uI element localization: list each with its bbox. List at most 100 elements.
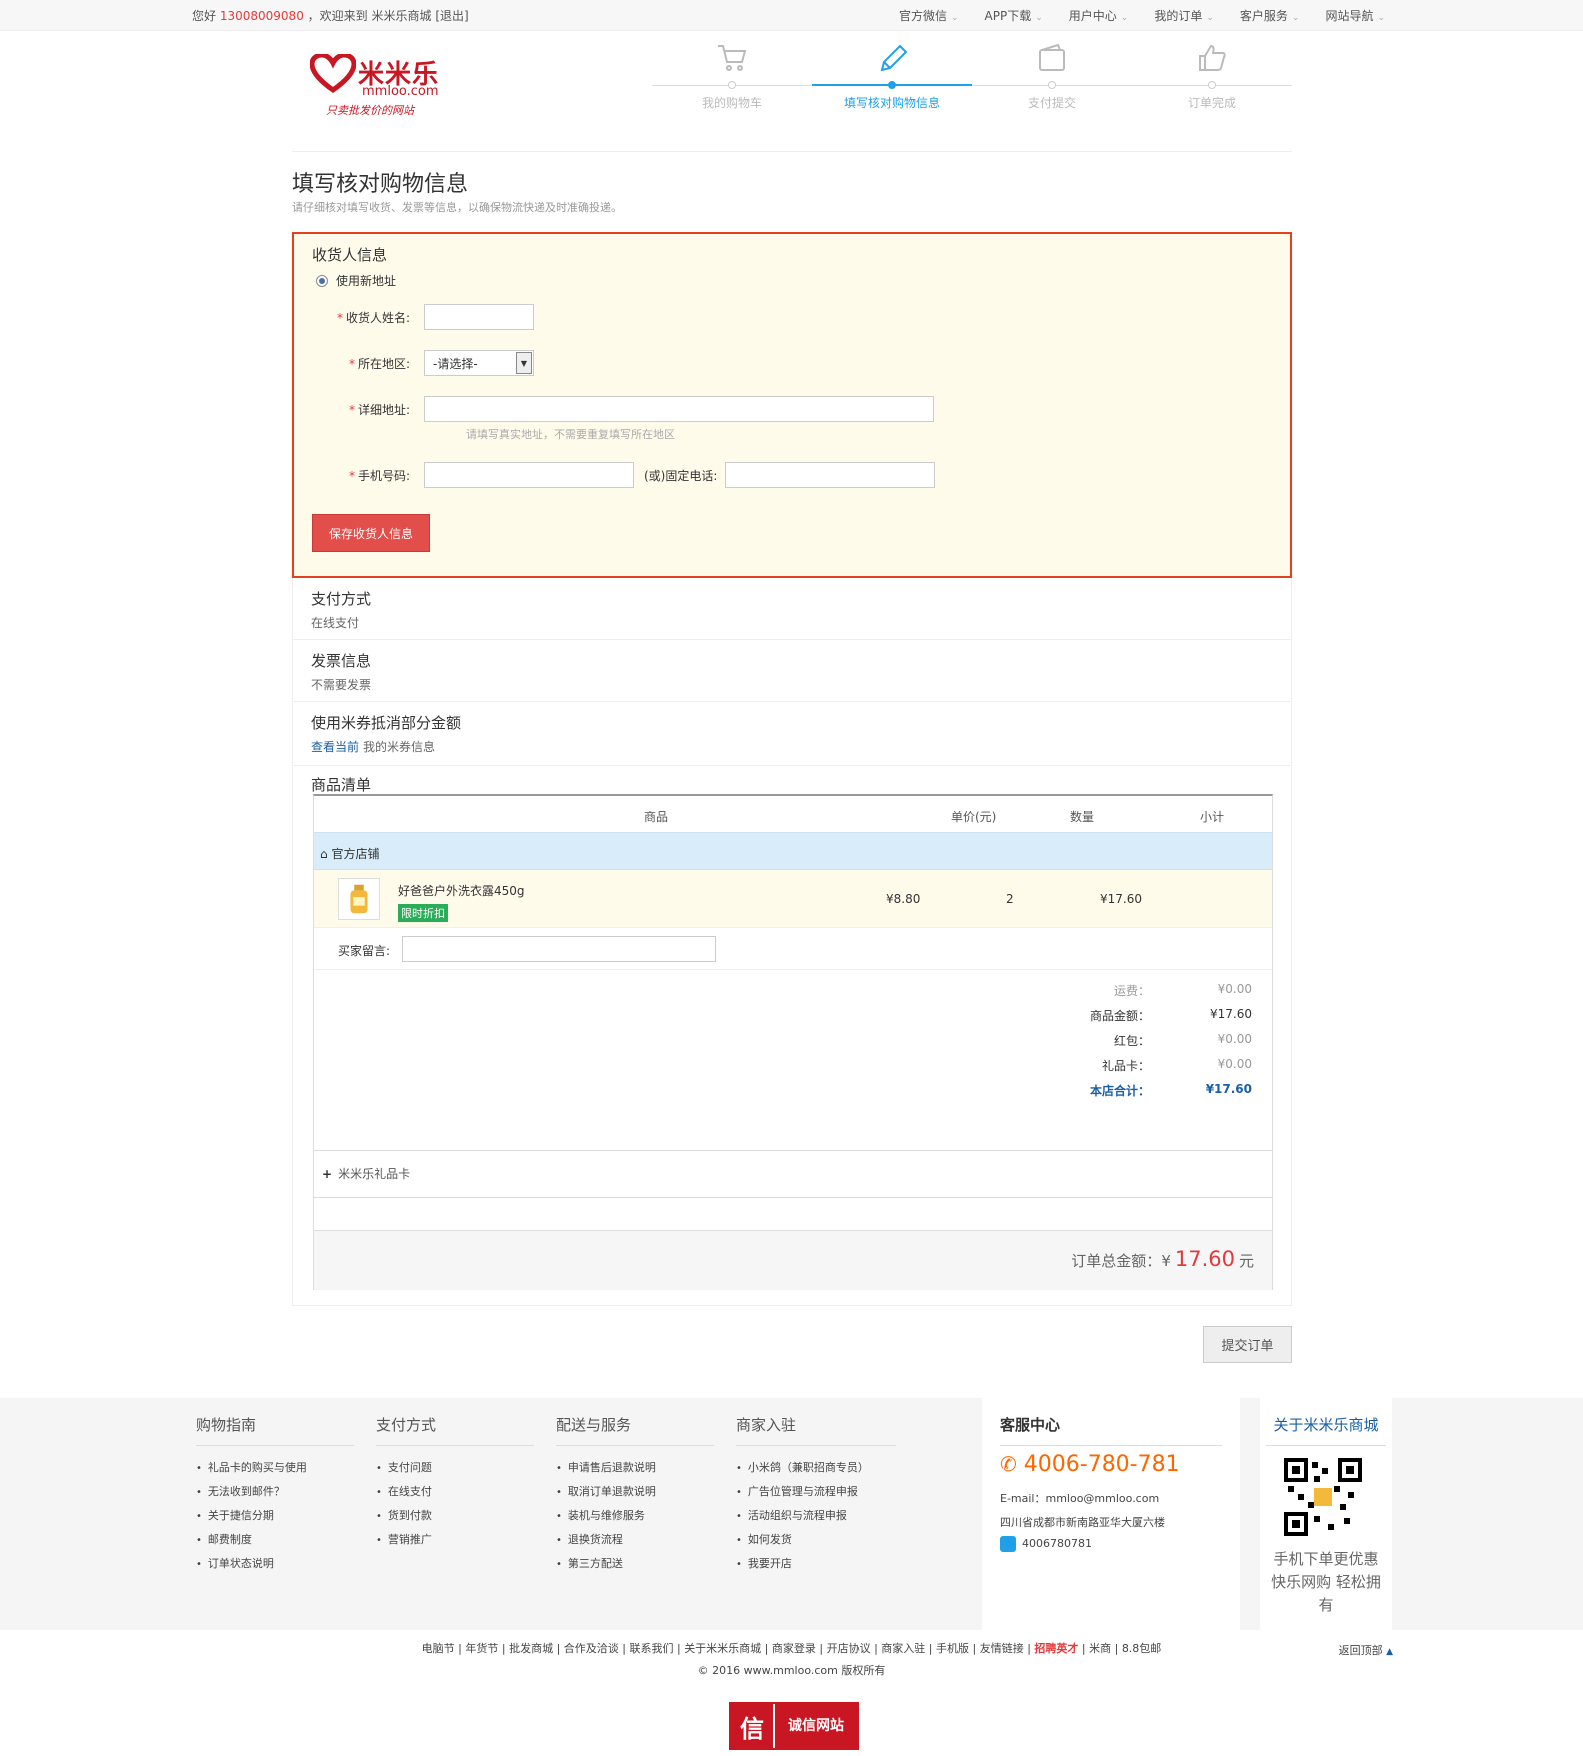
site-link[interactable]: 米米乐商城 — [372, 9, 432, 23]
bottom-link[interactable]: 友情链接 — [980, 1642, 1024, 1655]
page-title: 填写核对购物信息 — [292, 172, 469, 197]
thumbs-up-icon — [1199, 44, 1226, 71]
bottom-link[interactable]: 关于米米乐商城 — [684, 1642, 761, 1655]
footer: 购物指南 礼品卡的购买与使用 无法收到邮件？ 关于捷信分期 邮费制度 订单状态说… — [0, 1398, 1583, 1630]
goods-title: 商品清单 — [311, 776, 372, 794]
chevron-down-icon: ⌄ — [1291, 13, 1300, 23]
coupon-row: 查看当前 我的米券信息 — [311, 738, 435, 755]
nav-wechat[interactable]: 官方微信 ⌄ — [899, 7, 959, 24]
invoice-value: 不需要发票 — [311, 678, 372, 692]
address-input[interactable] — [424, 396, 934, 422]
bottom-link[interactable]: 批发商城 — [509, 1642, 553, 1655]
product-thumbnail[interactable] — [338, 878, 380, 920]
save-receiver-button[interactable]: 保存收货人信息 — [312, 514, 430, 552]
nav-site-map[interactable]: 网站导航 ⌄ — [1325, 7, 1385, 24]
name-label: * 收货人姓名: — [336, 310, 410, 325]
submit-order-button[interactable]: 提交订单 — [1203, 1326, 1292, 1363]
product-name-link[interactable]: 好爸爸户外洗衣露450g — [398, 882, 525, 899]
receiver-name-input[interactable] — [424, 304, 534, 330]
step-dot — [1048, 81, 1056, 89]
nav-app[interactable]: APP下载 ⌄ — [985, 7, 1043, 24]
bottom-link[interactable]: 开店协议 — [827, 1642, 871, 1655]
back-to-top-link[interactable]: 返回顶部 ▲ — [1339, 1642, 1393, 1658]
footer-link[interactable]: 营销推广 — [376, 1528, 534, 1552]
footer-link[interactable]: 如何发货 — [736, 1528, 896, 1552]
footer-col-payment: 支付方式 支付问题 在线支付 货到付款 营销推广 — [376, 1414, 534, 1552]
footer-link[interactable]: 我要开店 — [736, 1552, 896, 1576]
footer-link[interactable]: 货到付款 — [376, 1504, 534, 1528]
buyer-message-label: 买家留言: — [338, 944, 391, 958]
chevron-down-icon: ⌄ — [950, 13, 959, 23]
step-dot — [888, 81, 896, 89]
footer-link[interactable]: 取消订单退款说明 — [556, 1480, 714, 1504]
use-new-address-label: 使用新地址 — [336, 274, 397, 288]
address-label: * 详细地址: — [348, 402, 410, 417]
footer-link[interactable]: 活动组织与流程申报 — [736, 1504, 896, 1528]
nav-my-orders[interactable]: 我的订单 ⌄ — [1154, 7, 1214, 24]
phone-icon: ✆ — [1000, 1452, 1017, 1476]
footer-link[interactable]: 关于捷信分期 — [196, 1504, 354, 1528]
bottom-link[interactable]: 米商 — [1089, 1642, 1111, 1655]
mobile-input[interactable] — [424, 462, 634, 488]
site-logo[interactable]: 米米乐 mmloo.com 只卖批发价的网站 — [310, 50, 450, 120]
cs-phone: ✆ 4006-780-781 — [1000, 1452, 1180, 1477]
heart-logo-icon — [310, 54, 356, 94]
bottom-link[interactable]: 商家入驻 — [881, 1642, 925, 1655]
page-subtitle: 请仔细核对填写收货、发票等信息，以确保物流快递及时准确投递。 — [292, 201, 622, 214]
header: 米米乐 mmloo.com 只卖批发价的网站 我的购物车 填写核对购物信息 支付… — [292, 42, 1292, 152]
bottom-link[interactable]: 电脑节 — [422, 1642, 455, 1655]
logout-link[interactable]: [退出] — [435, 9, 468, 23]
trust-badge[interactable]: 信 诚信网站 — [729, 1702, 859, 1750]
footer-link[interactable]: 订单状态说明 — [196, 1552, 354, 1576]
chevron-down-icon: ⌄ — [1120, 13, 1129, 23]
coupon-title: 使用米券抵消部分金额 — [311, 714, 462, 732]
tel-input[interactable] — [725, 462, 936, 488]
customer-service-panel: 客服中心 ✆ 4006-780-781 E-mail：mmloo@mmloo.c… — [982, 1398, 1240, 1630]
radio-selected[interactable] — [316, 274, 328, 287]
footer-link[interactable]: 退换货流程 — [556, 1528, 714, 1552]
order-total-amount: 17.60 — [1174, 1247, 1235, 1271]
about-title[interactable]: 关于米米乐商城 — [1266, 1414, 1386, 1446]
footer-link[interactable]: 无法收到邮件？ — [196, 1480, 354, 1504]
footer-link[interactable]: 小米鸽（兼职招商专员） — [736, 1456, 896, 1480]
qq-penguin-icon — [1000, 1536, 1016, 1552]
product-price: ¥8.80 — [886, 892, 921, 906]
footer-link[interactable]: 邮费制度 — [196, 1528, 354, 1552]
footer-col-title: 商家入驻 — [736, 1414, 896, 1446]
bottom-link-jobs[interactable]: 招聘英才 — [1034, 1642, 1078, 1655]
buyer-message-input[interactable] — [402, 936, 716, 962]
view-coupon-link[interactable]: 查看当前 — [311, 740, 359, 754]
bottom-link[interactable]: 联系我们 — [629, 1642, 673, 1655]
bottom-link[interactable]: 8.8包邮 — [1122, 1642, 1162, 1655]
pencil-icon — [880, 44, 908, 72]
use-new-address-option[interactable]: 使用新地址 — [316, 272, 396, 289]
checkout-steps: 我的购物车 填写核对购物信息 支付提交 订单完成 — [652, 42, 1292, 152]
footer-link[interactable]: 广告位管理与流程申报 — [736, 1480, 896, 1504]
trust-badge-label: 诚信网站 — [775, 1704, 857, 1748]
coupon-value: 我的米券信息 — [363, 740, 436, 754]
header-price: 单价(元) — [951, 810, 997, 824]
bottom-link[interactable]: 年货节 — [465, 1642, 498, 1655]
footer-link[interactable]: 支付问题 — [376, 1456, 534, 1480]
bottom-link[interactable]: 商家登录 — [772, 1642, 816, 1655]
gift-card-toggle[interactable]: + 米米乐礼品卡 — [314, 1150, 1272, 1198]
footer-link[interactable]: 第三方配送 — [556, 1552, 714, 1576]
shop-name: ⌂ 官方店铺 — [320, 847, 380, 861]
summary-red-packet: 红包： ¥0.00 — [1113, 1032, 1252, 1048]
buyer-message-row: 买家留言: — [314, 928, 1272, 970]
bottom-link[interactable]: 合作及洽谈 — [564, 1642, 619, 1655]
bottom-link[interactable]: 手机版 — [936, 1642, 969, 1655]
footer-link[interactable]: 装机与维修服务 — [556, 1504, 714, 1528]
user-phone-link[interactable]: 13008009080 — [220, 9, 304, 23]
nav-user-center[interactable]: 用户中心 ⌄ — [1069, 7, 1129, 24]
footer-link[interactable]: 在线支付 — [376, 1480, 534, 1504]
footer-link[interactable]: 礼品卡的购买与使用 — [196, 1456, 354, 1480]
cs-qq[interactable]: 4006780781 — [1000, 1536, 1092, 1552]
summary-store-total: 本店合计： ¥17.60 — [1089, 1082, 1252, 1098]
footer-link[interactable]: 申请售后退款说明 — [556, 1456, 714, 1480]
region-select[interactable]: -请选择- ▼ — [424, 350, 534, 376]
payment-value: 在线支付 — [311, 616, 360, 630]
address-row: * 详细地址: — [294, 396, 934, 422]
step-label: 支付提交 — [1027, 96, 1076, 110]
nav-customer-service[interactable]: 客户服务 ⌄ — [1240, 7, 1300, 24]
